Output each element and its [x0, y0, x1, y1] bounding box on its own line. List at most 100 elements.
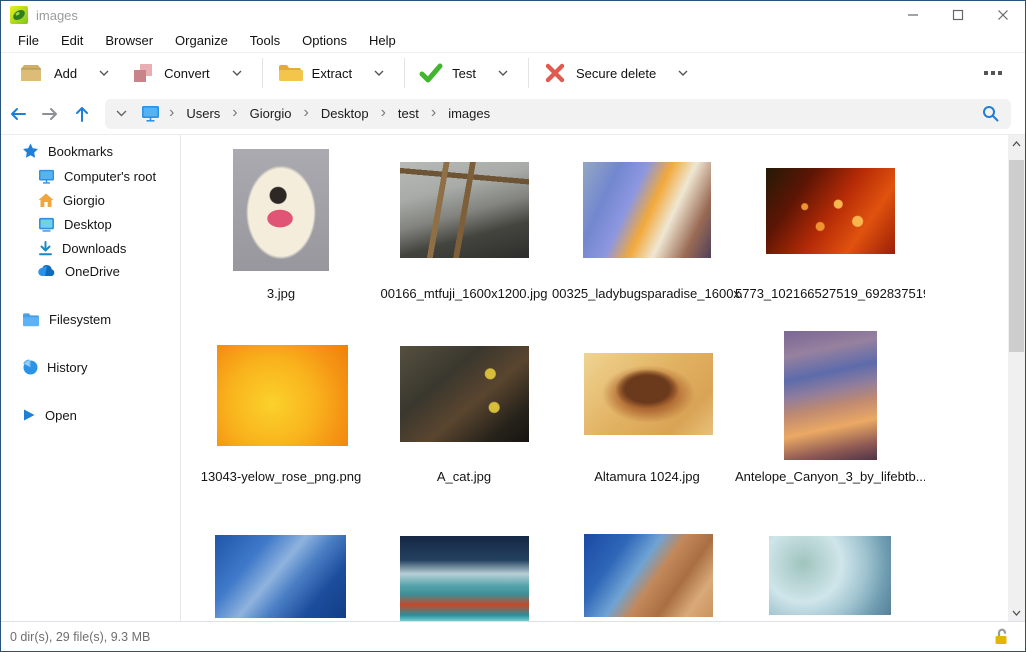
add-button[interactable]: Add: [9, 57, 85, 89]
chevron-down-icon: [232, 70, 242, 76]
menubar: File Edit Browser Organize Tools Options…: [1, 28, 1025, 53]
sidebar-item-label: Filesystem: [49, 312, 111, 327]
pathbar: › Users › Giorgio › Desktop › test › ima…: [1, 93, 1025, 135]
extract-dropdown[interactable]: [360, 57, 398, 89]
breadcrumb-images[interactable]: images: [438, 101, 500, 126]
breadcrumb-desktop[interactable]: Desktop: [311, 101, 379, 126]
toolbar-more-button[interactable]: [979, 66, 1007, 80]
test-check-icon: [419, 61, 443, 85]
test-label: Test: [452, 66, 476, 81]
convert-button[interactable]: Convert: [123, 57, 218, 89]
cloud-icon: [38, 265, 56, 277]
file-thumbnail[interactable]: [766, 168, 895, 254]
toolbar: Add Convert Extract: [1, 53, 1025, 93]
breadcrumb-root-button[interactable]: [134, 105, 167, 122]
menu-edit[interactable]: Edit: [53, 30, 91, 51]
file-thumbnail[interactable]: [584, 353, 713, 435]
secure-delete-button[interactable]: Secure delete: [535, 57, 664, 89]
sidebar-item-history[interactable]: History: [1, 355, 180, 379]
file-thumbnail[interactable]: [400, 346, 529, 442]
desktop-icon: [38, 217, 55, 232]
menu-help[interactable]: Help: [361, 30, 404, 51]
sidebar-item-label: OneDrive: [65, 264, 120, 279]
breadcrumb-users[interactable]: Users: [176, 101, 230, 126]
file-label[interactable]: Antelope_Canyon_3_by_lifebtb....: [735, 469, 925, 484]
file-thumbnail[interactable]: [583, 162, 711, 258]
secure-delete-dropdown[interactable]: [664, 57, 702, 89]
extract-button[interactable]: Extract: [269, 57, 360, 89]
menu-options[interactable]: Options: [294, 30, 355, 51]
window-controls: [890, 1, 1025, 29]
arrow-left-icon: [9, 106, 27, 122]
test-button[interactable]: Test: [411, 57, 484, 89]
vertical-scrollbar[interactable]: [1008, 135, 1025, 621]
sidebar-item-giorgio[interactable]: Giorgio: [1, 188, 180, 212]
titlebar: images: [1, 1, 1025, 29]
statusbar: 0 dir(s), 29 file(s), 9.3 MB: [1, 621, 1025, 651]
search-icon: [982, 105, 999, 122]
open-triangle-icon: [22, 408, 36, 422]
file-thumbnail[interactable]: [784, 331, 877, 460]
forward-button[interactable]: [35, 99, 65, 129]
sidebar-item-label: History: [47, 360, 87, 375]
file-thumbnail[interactable]: [769, 536, 891, 615]
file-thumbnail[interactable]: [233, 149, 329, 271]
sidebar-item-label: Downloads: [62, 241, 126, 256]
menu-browser[interactable]: Browser: [97, 30, 161, 51]
breadcrumb-expand-button[interactable]: [109, 110, 134, 117]
ellipsis-icon: [984, 71, 988, 75]
menu-file[interactable]: File: [10, 30, 47, 51]
file-thumbnail[interactable]: [584, 534, 713, 617]
home-icon: [38, 193, 54, 208]
up-button[interactable]: [67, 99, 97, 129]
star-icon: [22, 143, 39, 159]
file-label[interactable]: 13043-yelow_rose_png.png: [186, 469, 376, 484]
sidebar-item-downloads[interactable]: Downloads: [1, 236, 180, 260]
scrollbar-thumb[interactable]: [1009, 160, 1024, 352]
minimize-icon: [907, 9, 919, 21]
scroll-up-button[interactable]: [1008, 135, 1025, 152]
close-icon: [997, 9, 1009, 21]
add-dropdown[interactable]: [85, 57, 123, 89]
file-thumbnail[interactable]: [400, 162, 529, 258]
scroll-down-button[interactable]: [1008, 604, 1025, 621]
convert-label: Convert: [164, 66, 210, 81]
sidebar-item-desktop[interactable]: Desktop: [1, 212, 180, 236]
breadcrumb-test[interactable]: test: [388, 101, 429, 126]
sidebar-item-label: Bookmarks: [48, 144, 113, 159]
search-button[interactable]: [973, 99, 1007, 129]
sidebar-item-open[interactable]: Open: [1, 403, 180, 427]
chevron-down-icon: [374, 70, 384, 76]
file-label[interactable]: 3.jpg: [186, 286, 376, 301]
breadcrumb-giorgio[interactable]: Giorgio: [240, 101, 302, 126]
menu-tools[interactable]: Tools: [242, 30, 288, 51]
sidebar-item-bookmarks[interactable]: Bookmarks: [1, 139, 180, 163]
sidebar-item-label: Open: [45, 408, 77, 423]
sidebar-item-filesystem[interactable]: Filesystem: [1, 307, 180, 331]
computer-monitor-icon: [141, 105, 160, 122]
sidebar-item-computers-root[interactable]: Computer's root: [1, 164, 180, 188]
file-thumbnail[interactable]: [400, 536, 529, 621]
file-label[interactable]: 00325_ladybugsparadise_1600x...: [552, 286, 742, 301]
sidebar-item-label: Computer's root: [64, 169, 156, 184]
back-button[interactable]: [3, 99, 33, 129]
menu-organize[interactable]: Organize: [167, 30, 236, 51]
file-label[interactable]: A_cat.jpg: [369, 469, 559, 484]
sidebar: Bookmarks Computer's root Giorgio: [1, 135, 181, 621]
secure-delete-icon: [543, 61, 567, 85]
privilege-lock-button[interactable]: [993, 628, 1009, 645]
file-thumbnail[interactable]: [215, 535, 346, 618]
maximize-button[interactable]: [935, 1, 980, 29]
test-dropdown[interactable]: [484, 57, 522, 89]
convert-dropdown[interactable]: [218, 57, 256, 89]
close-button[interactable]: [980, 1, 1025, 29]
folder-icon: [22, 312, 40, 327]
file-label[interactable]: Altamura 1024.jpg: [552, 469, 742, 484]
minimize-button[interactable]: [890, 1, 935, 29]
sidebar-item-label: Giorgio: [63, 193, 105, 208]
file-label[interactable]: 00166_mtfuji_1600x1200.jpg: [369, 286, 559, 301]
main-area: Bookmarks Computer's root Giorgio: [1, 135, 1025, 621]
sidebar-item-onedrive[interactable]: OneDrive: [1, 259, 180, 283]
file-thumbnail[interactable]: [217, 345, 348, 446]
file-label[interactable]: 5773_102166527519_692837519_...: [735, 286, 925, 301]
